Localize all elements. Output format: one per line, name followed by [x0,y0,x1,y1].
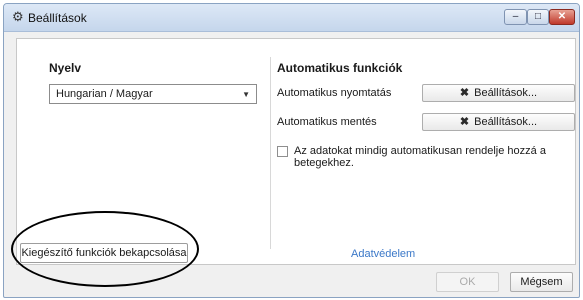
auto-save-label: Automatikus mentés [277,116,377,128]
column-divider [270,57,271,249]
language-select-value: Hungarian / Magyar [56,88,153,100]
minimize-icon: – [512,11,519,22]
privacy-link[interactable]: Adatvédelem [351,248,415,260]
minimize-button[interactable]: – [504,9,527,25]
close-button[interactable]: ✕ [549,9,575,25]
close-icon: ✖ [459,87,470,99]
maximize-icon: □ [534,11,542,22]
language-select[interactable]: Hungarian / Magyar ▼ [49,84,257,104]
gear-icon: ⚙ [12,9,24,24]
auto-print-settings-button[interactable]: ✖ Beállítások... [422,84,575,102]
title-bar[interactable]: ⚙ Beállítások – □ ✕ [4,4,579,32]
auto-functions-heading: Automatikus funkciók [277,61,403,75]
close-icon: ✕ [557,11,567,22]
assign-to-patients-checkbox[interactable] [277,146,288,157]
auto-save-settings-label: Beállítások... [474,116,538,128]
auto-print-settings-label: Beállítások... [474,87,538,99]
assign-to-patients-label[interactable]: Az adatokat mindig automatikusan rendelj… [294,145,575,169]
close-icon: ✖ [459,116,470,128]
language-heading: Nyelv [49,61,82,75]
highlight-annotation-ellipse [11,211,199,287]
cancel-button[interactable]: Mégsem [510,272,573,292]
chevron-down-icon: ▼ [242,90,250,99]
maximize-button[interactable]: □ [527,9,549,25]
ok-button[interactable]: OK [436,272,499,292]
auto-save-settings-button[interactable]: ✖ Beállítások... [422,113,575,131]
window-title: Beállítások [28,11,87,25]
auto-print-label: Automatikus nyomtatás [277,87,392,99]
